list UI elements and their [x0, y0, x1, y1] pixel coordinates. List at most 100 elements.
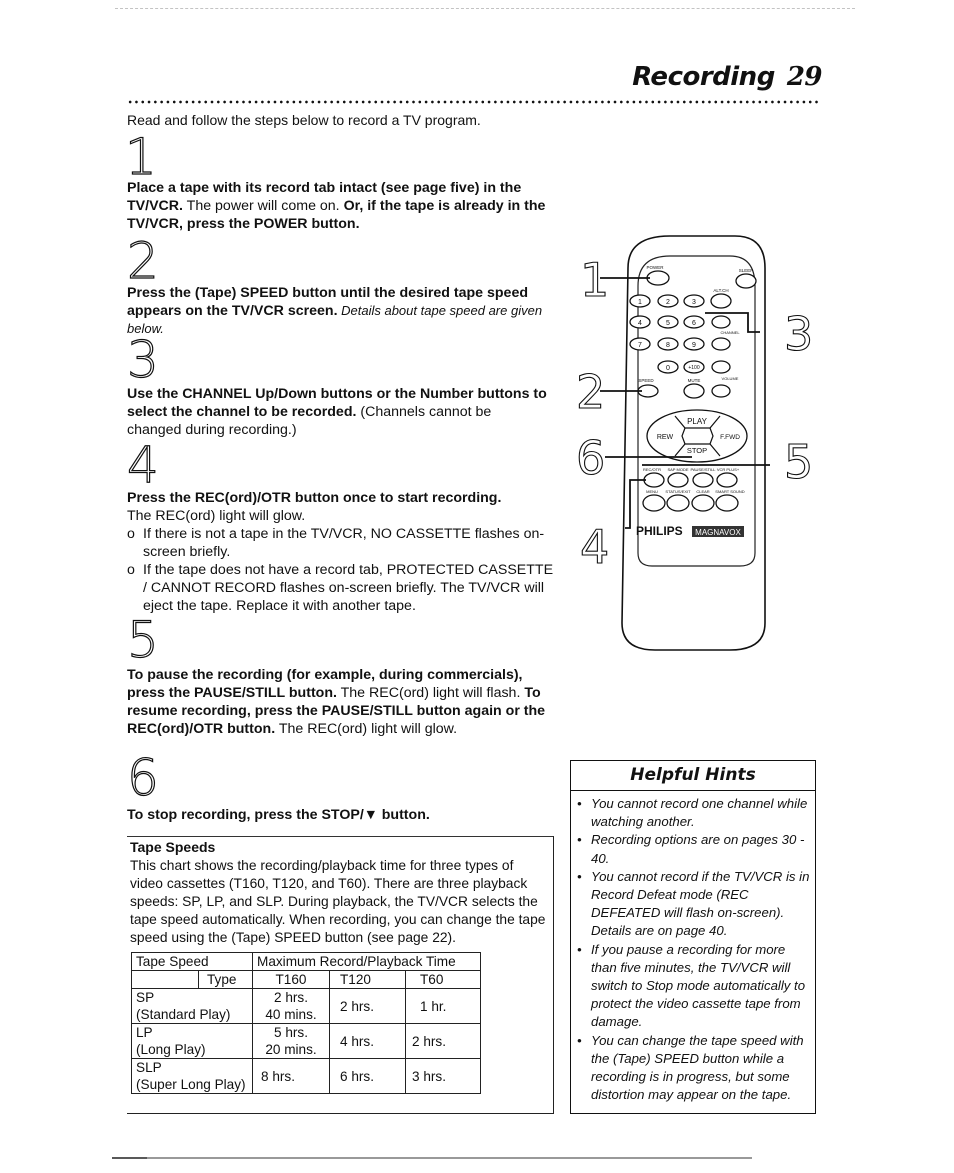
digit-label: 0	[666, 365, 670, 372]
section-title: Recording	[632, 62, 775, 92]
t60-cell: 3 hrs.	[405, 1058, 481, 1094]
volume-up-button	[711, 360, 731, 374]
header-type: Type	[198, 971, 252, 988]
header-col: T60	[405, 970, 481, 989]
dotted-rule	[127, 100, 821, 104]
header-col: T160	[252, 970, 330, 989]
step-number-1: 1	[124, 128, 157, 186]
table-header-row: Tape Speed Maximum Record/Playback Time	[131, 952, 481, 971]
digit-label: 9	[692, 342, 696, 349]
step-number-3: 3	[126, 331, 159, 389]
header-max-time: Maximum Record/Playback Time	[252, 952, 481, 971]
hints-list: • You cannot record one channel while wat…	[571, 791, 815, 1104]
digit-label: 2	[666, 299, 670, 306]
ffwd-label: F.FWD	[720, 434, 740, 441]
bullet-icon: •	[577, 832, 582, 848]
step-5-normal-a: The REC(ord) light will flash.	[336, 685, 525, 701]
t160-cell: 8 hrs.	[252, 1058, 330, 1094]
table-row: LP (Long Play) 5 hrs. 20 mins. 4 hrs. 2 hr…	[131, 1023, 481, 1059]
digit-label: 3	[692, 299, 696, 306]
rec-otr-button	[643, 472, 665, 488]
t120-cell: 2 hrs.	[329, 988, 406, 1024]
callout-6: 6	[576, 431, 605, 485]
table-row: SLP (Super Long Play) 8 hrs. 6 hrs. 3 hrs…	[131, 1058, 481, 1094]
hint-text: You cannot record if the TV/VCR is in Re…	[591, 868, 810, 939]
step-3-text: Use the CHANNEL Up/Down buttons or the N…	[127, 385, 547, 439]
helpful-hints-box: Helpful Hints • You cannot record one cha…	[570, 760, 816, 1114]
step-4-bullet-1: o If there is not a tape in the TV/VCR, N…	[127, 525, 557, 561]
step-4-bullet-2: o If the tape does not have a record tab,…	[127, 561, 557, 615]
page-header: Recording 29	[632, 62, 822, 92]
speed-code: SLP	[136, 1060, 162, 1075]
tape-speeds-table: Tape Speed Maximum Record/Playback Time …	[131, 952, 481, 1094]
step-4-normal: The REC(ord) light will glow.	[127, 508, 306, 524]
vcr-plus-label: VCR PLUS+	[717, 467, 740, 472]
play-label: PLAY	[687, 417, 708, 426]
t160-hours: 5 hrs.	[274, 1025, 308, 1040]
menu-label: MENU	[646, 489, 658, 494]
step-4-bold: Press the REC(ord)/OTR button once to st…	[127, 490, 502, 506]
t160-mins: 40 mins.	[265, 1007, 317, 1022]
bullet-text: If there is not a tape in the TV/VCR, NO…	[143, 526, 545, 560]
speed-name: (Super Long Play)	[136, 1077, 246, 1092]
step-4-text: Press the REC(ord)/OTR button once to st…	[127, 489, 557, 615]
step-number-2: 2	[126, 232, 159, 290]
step-number-5: 5	[126, 611, 159, 669]
t120-cell: 6 hrs.	[329, 1058, 406, 1094]
brand-philips: PHILIPS	[636, 524, 683, 538]
clear-label: CLEAR	[696, 489, 709, 494]
digit-label: 8	[666, 342, 670, 349]
sleep-button	[735, 273, 757, 289]
t160-cell: 5 hrs. 20 mins.	[252, 1023, 330, 1059]
digit-label: 1	[638, 299, 642, 306]
step-6-bold: To stop recording, press the STOP/▼ butt…	[127, 807, 430, 823]
sap-mode-label: SAP MODE	[667, 467, 688, 472]
scan-artifact-top	[115, 8, 855, 9]
hint-item: • You cannot record one channel while wat…	[577, 795, 813, 831]
bullet-icon: •	[577, 1032, 582, 1048]
callout-2: 2	[576, 365, 605, 419]
power-button	[646, 270, 670, 286]
t120-cell: 4 hrs.	[329, 1023, 406, 1059]
status-exit-label: STATUS/EXIT	[665, 489, 691, 494]
hint-item: • If you pause a recording for more than …	[577, 941, 813, 1032]
step-5-normal-b: The REC(ord) light will glow.	[275, 721, 458, 737]
channel-down-button	[711, 337, 731, 351]
digit-label: 5	[666, 320, 670, 327]
status-exit-button	[666, 494, 690, 512]
table-subheader-row: Type T160 T120 T60	[131, 970, 481, 989]
bullet-text: If the tape does not have a record tab, …	[143, 562, 554, 614]
alt-ch-button	[710, 293, 732, 309]
header-type-cell: Type	[131, 970, 253, 989]
speed-name: (Standard Play)	[136, 1007, 231, 1022]
speed-name: (Long Play)	[136, 1042, 206, 1057]
speed-code: LP	[136, 1025, 153, 1040]
speed-label: SPEED	[638, 378, 654, 383]
speed-code: SP	[136, 990, 155, 1005]
stop-label: STOP	[687, 446, 707, 455]
step-number-4: 4	[126, 436, 159, 494]
smart-sound-button	[715, 494, 739, 512]
hint-item: • You can change the tape speed with the …	[577, 1032, 813, 1105]
table-row: SP (Standard Play) 2 hrs. 40 mins. 2 hrs. …	[131, 988, 481, 1024]
remote-control-illustration: PLAY REW F.FWD STOP 1 2 3 4 5 6 7 8 9 0 …	[575, 235, 814, 651]
sleep-label: SLEEP	[739, 268, 754, 273]
tape-speeds-title: Tape Speeds	[130, 839, 216, 855]
hint-text: If you pause a recording for more than f…	[591, 941, 806, 1030]
rew-label: REW	[657, 434, 674, 441]
hint-text: Recording options are on pages 30 - 40.	[591, 832, 805, 866]
bullet-icon: •	[577, 941, 582, 957]
hint-item: • You cannot record if the TV/VCR is in R…	[577, 868, 813, 941]
intro-text: Read and follow the steps below to recor…	[127, 112, 481, 128]
t60-cell: 1 hr.	[405, 988, 481, 1024]
volume-label: VOLUME	[722, 376, 739, 381]
header-tape-speed: Tape Speed	[131, 952, 253, 971]
callout-4: 4	[580, 520, 609, 574]
digit-label: 7	[638, 342, 642, 349]
t160-mins: 20 mins.	[265, 1042, 317, 1057]
header-col: T120	[329, 970, 406, 989]
speed-cell: SP (Standard Play)	[131, 988, 253, 1024]
brand-magnavox: MAGNAVOX	[695, 528, 741, 537]
callout-1: 1	[580, 253, 609, 307]
power-label: POWER	[646, 265, 664, 270]
